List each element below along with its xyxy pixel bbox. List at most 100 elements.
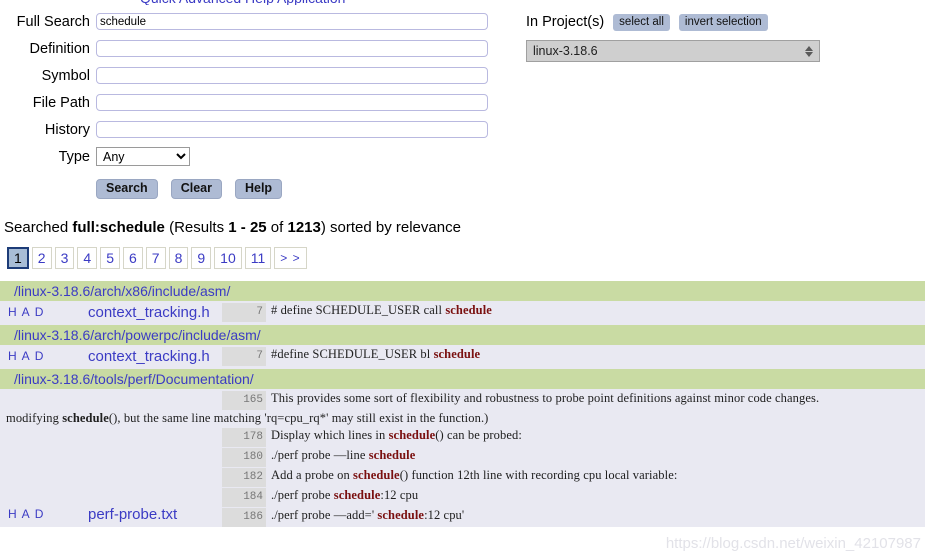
page-link-7[interactable]: 7 — [145, 247, 166, 269]
project-list-item[interactable]: linux-3.18.6 — [527, 44, 598, 58]
select-all-button[interactable]: select all — [613, 13, 670, 31]
hit-match-term: schedule — [333, 488, 381, 502]
page-link-8[interactable]: 8 — [168, 247, 189, 269]
type-select[interactable]: Any — [96, 147, 190, 166]
search-input-definition[interactable] — [96, 40, 488, 57]
history-link[interactable]: H — [8, 507, 17, 521]
search-input-file-path[interactable] — [96, 94, 488, 111]
hit-line-number[interactable]: 7 — [222, 303, 266, 322]
label-type: Type — [58, 148, 90, 165]
file-meta: H A Dcontext_tracking.h — [0, 301, 222, 325]
page-link-2[interactable]: 2 — [31, 247, 52, 269]
results-summary: Searched full:schedule (Results 1 - 25 o… — [4, 219, 925, 236]
hit-line-number[interactable]: 178 — [222, 428, 266, 447]
page-link-11[interactable]: 11 — [244, 247, 272, 269]
download-link[interactable]: D — [35, 305, 44, 319]
history-link[interactable]: H — [8, 349, 17, 363]
search-button[interactable]: Search — [96, 179, 158, 199]
page-link-3[interactable]: 3 — [54, 247, 75, 269]
hit-text: ./perf probe schedule:12 cpu — [271, 488, 419, 502]
file-hits: 7 #define SCHEDULE_USER bl schedule — [222, 345, 925, 369]
annotate-link[interactable]: A — [22, 305, 30, 319]
hit-line: 178 Display which lines in schedule() can… — [222, 427, 925, 447]
summary-total: 1213 — [287, 219, 321, 236]
label-file-path: File Path — [32, 94, 90, 111]
had-links: HAD — [0, 503, 88, 525]
hit-text: #define SCHEDULE_USER bl schedule — [271, 347, 481, 361]
form-row-type: Type Any — [0, 145, 925, 168]
hit-line-number[interactable]: 184 — [222, 488, 266, 507]
hit-line: 186 ./perf probe —add=' schedule:12 cpu' — [222, 507, 925, 527]
hit-line-number[interactable]: 165 — [222, 391, 266, 410]
hit-line-number[interactable]: 186 — [222, 508, 266, 527]
hit-match-term: schedule — [433, 347, 481, 361]
hit-match-term: schedule — [445, 303, 492, 317]
annotate-link[interactable]: A — [22, 507, 30, 521]
hit-line: 165 This provides some sort of flexibilit… — [222, 390, 925, 410]
summary-prefix: Searched — [4, 219, 73, 236]
form-row-file-path: File Path — [0, 91, 925, 114]
label-definition: Definition — [29, 40, 90, 57]
file-name: context_tracking.h — [88, 345, 210, 367]
invert-selection-button[interactable]: invert selection — [678, 13, 768, 31]
file-link[interactable]: context_tracking.h — [88, 348, 210, 365]
file-link[interactable]: perf-probe.txt — [88, 506, 177, 523]
form-row-symbol: Symbol — [0, 64, 925, 87]
download-link[interactable]: D — [35, 507, 44, 521]
hit-line-number[interactable]: 182 — [222, 468, 266, 487]
label-history: History — [44, 121, 90, 138]
download-link[interactable]: D — [35, 349, 44, 363]
history-link[interactable]: H — [8, 305, 17, 319]
file-link[interactable]: context_tracking.h — [88, 304, 210, 321]
summary-suffix: ) sorted by relevance — [320, 219, 461, 236]
page-next-link[interactable]: > > — [274, 247, 307, 269]
file-meta: H A Dcontext_tracking.h — [0, 345, 222, 369]
directory-header: /linux-3.18.6/tools/perf/Documentation/ — [0, 369, 925, 389]
page-link-6[interactable]: 6 — [122, 247, 143, 269]
page-link-10[interactable]: 10 — [214, 247, 242, 269]
chevron-down-icon[interactable] — [804, 51, 813, 57]
hit-line: 184 ./perf probe schedule:12 cpu — [222, 487, 925, 507]
summary-results-open: (Results — [164, 219, 229, 236]
directory-header: /linux-3.18.6/arch/x86/include/asm/ — [0, 281, 925, 301]
page-link-1[interactable]: 1 — [7, 247, 29, 269]
hit-match-term: schedule — [368, 448, 416, 462]
clear-button[interactable]: Clear — [170, 179, 222, 199]
hit-text: Add a probe on schedule() function 12th … — [271, 468, 678, 482]
help-button[interactable]: Help — [234, 179, 283, 199]
had-links: HAD — [0, 301, 88, 323]
hit-text: Display which lines in schedule() can be… — [271, 428, 522, 442]
file-result-row: H A Dcontext_tracking.h 7 #define SCHEDULE_U… — [0, 345, 925, 369]
page-link-4[interactable]: 4 — [77, 247, 98, 269]
hit-line: 182 Add a probe on schedule() function 12… — [222, 467, 925, 487]
form-row-history: History — [0, 118, 925, 141]
watermark: https://blog.csdn.net/weixin_42107987 — [665, 535, 921, 552]
file-hits: 165 This provides some sort of flexibilit… — [6, 389, 925, 527]
annotate-link[interactable]: A — [22, 349, 30, 363]
chevron-up-icon[interactable] — [804, 45, 813, 51]
scroll-spinner-icon[interactable] — [802, 42, 815, 60]
directory-link[interactable]: /linux-3.18.6/tools/perf/Documentation/ — [14, 371, 254, 387]
had-links: HAD — [0, 345, 88, 367]
hit-match-term: schedule — [388, 428, 436, 442]
search-input-history[interactable] — [96, 121, 488, 138]
directory-header: /linux-3.18.6/arch/powerpc/include/asm/ — [0, 325, 925, 345]
hit-text: # define SCHEDULE_USER call schedule — [271, 303, 492, 317]
project-listbox[interactable]: linux-3.18.6 — [526, 40, 820, 62]
file-name: perf-probe.txt — [88, 503, 177, 525]
hit-text: ./perf probe —add=' schedule:12 cpu' — [271, 508, 465, 522]
hit-line: 7 #define SCHEDULE_USER bl schedule — [222, 346, 925, 366]
hit-line-number[interactable]: 7 — [222, 347, 266, 366]
hit-match-term: schedule — [62, 411, 109, 425]
hit-text: ./perf probe —line schedule — [271, 448, 416, 462]
page-link-5[interactable]: 5 — [100, 247, 120, 269]
summary-range: 1 - 25 — [228, 219, 267, 236]
page-link-9[interactable]: 9 — [191, 247, 212, 269]
search-input-full-search[interactable] — [96, 13, 488, 30]
results-list: /linux-3.18.6/arch/x86/include/asm/H A Dco… — [0, 281, 925, 527]
hit-match-term: schedule — [353, 468, 400, 482]
directory-link[interactable]: /linux-3.18.6/arch/powerpc/include/asm/ — [14, 327, 261, 343]
hit-line-number[interactable]: 180 — [222, 448, 266, 467]
directory-link[interactable]: /linux-3.18.6/arch/x86/include/asm/ — [14, 283, 230, 299]
search-input-symbol[interactable] — [96, 67, 488, 84]
